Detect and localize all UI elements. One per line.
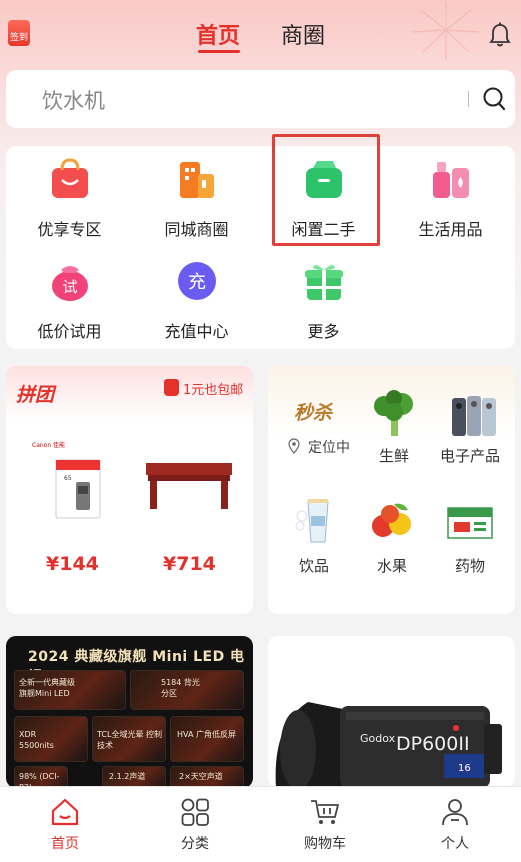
product-price: ¥714 — [163, 553, 216, 575]
search-icon[interactable] — [482, 86, 506, 112]
category-label: 同城商圈 — [164, 220, 229, 239]
tv-feature-tile: XDR 5500nits — [14, 716, 88, 762]
top-header: 签到 首页 商圈 — [0, 0, 521, 68]
tv-feature-tile: HVA 广角低反屏 — [170, 716, 244, 762]
tv-feature-tile: 2×天空声道 — [170, 766, 244, 788]
category-trial[interactable]: 试 低价试用 — [6, 260, 133, 360]
bottom-tab-bar: 首页 分类 购物车 个人 — [0, 786, 521, 862]
nav-label: 购物车 — [304, 836, 346, 852]
studio-light-image: Godox DP600II 16 — [275, 702, 502, 788]
highlight-box — [272, 134, 380, 246]
search-bar[interactable]: 饮水机 — [6, 70, 515, 128]
nav-label: 分类 — [181, 836, 209, 852]
tv-feature-text: 5184 背光分区 — [161, 678, 200, 698]
nav-label: 首页 — [51, 836, 79, 852]
tv-feature-text: XDR 5500nits — [19, 730, 54, 750]
nav-profile[interactable]: 个人 — [390, 787, 520, 862]
product-image-table[interactable] — [144, 461, 234, 511]
gift-more-icon — [305, 265, 343, 300]
svg-text:充: 充 — [188, 272, 206, 293]
tv-feature-text: HVA 广角低反屏 — [177, 730, 236, 739]
tv-feature-tile: 全新一代典藏级 旗舰Mini LED — [14, 670, 126, 710]
product-price: ¥144 — [46, 553, 99, 575]
category-recharge[interactable]: 充 充值中心 — [133, 260, 260, 360]
ink-brand-text: Canon 佳能 — [32, 441, 65, 449]
light-brand: Godox — [360, 732, 396, 745]
category-label: 低价试用 — [37, 322, 102, 341]
category-grid-icon — [181, 798, 209, 826]
flash-sale-card[interactable]: 秒杀 定位中 生鲜 电子产品 饮品 水果 药物 — [268, 366, 515, 614]
flash-sale-item-label: 水果 — [376, 557, 407, 575]
broccoli-icon[interactable] — [372, 390, 416, 438]
search-input[interactable]: 饮水机 — [42, 85, 105, 115]
category-label: 生活用品 — [418, 220, 483, 239]
buildings-icon — [180, 162, 214, 198]
category-label: 优享专区 — [37, 220, 102, 239]
category-daily-goods[interactable]: 生活用品 — [387, 158, 514, 258]
flash-sale-item-label: 饮品 — [298, 557, 329, 575]
tv-feature-tile: 5184 背光分区 — [130, 670, 244, 710]
category-label: 充值中心 — [164, 322, 229, 341]
group-buy-card[interactable]: 拼团 1元也包邮 Canon 佳能 65 ¥144 ¥714 — [6, 366, 253, 614]
group-buy-promo: 1元也包邮 — [183, 383, 244, 398]
tv-feature-tile: TCL全域光晕 控制技术 — [92, 716, 166, 762]
category-grid: 优享专区 同城商圈 闲置二手 生活用品 试 低价试用 充 充值中心 更多 — [6, 146, 515, 349]
category-more[interactable]: 更多 — [260, 260, 387, 360]
svg-text:试: 试 — [62, 278, 77, 296]
tab-home[interactable]: 首页 — [196, 18, 240, 50]
studio-light-banner[interactable]: Godox DP600II 16 — [268, 636, 515, 788]
recharge-icon: 充 — [178, 262, 216, 300]
light-model: DP600II — [396, 733, 470, 755]
shopping-bag-icon — [164, 379, 179, 396]
tab-active-indicator — [198, 50, 240, 53]
checkin-button[interactable]: 签到 — [8, 20, 30, 46]
tv-feature-text: TCL全域光晕 控制技术 — [97, 730, 163, 750]
product-image-ink-cartridge[interactable]: Canon 佳能 65 — [28, 436, 108, 526]
drink-icon[interactable] — [294, 496, 334, 546]
tv-feature-text: 全新一代典藏级 旗舰Mini LED — [19, 678, 75, 698]
flash-sale-item-label: 药物 — [454, 557, 485, 575]
tab-business-circle[interactable]: 商圈 — [281, 18, 325, 50]
tv-banner[interactable]: 2024 典藏级旗舰 Mini LED 电视 全新一代典藏级 旗舰Mini LE… — [6, 636, 253, 788]
cart-icon — [311, 800, 339, 824]
location-icon — [288, 438, 300, 454]
tv-feature-text: 2.1.2声道 — [109, 772, 146, 781]
nav-home[interactable]: 首页 — [0, 787, 130, 862]
home-icon — [51, 798, 79, 826]
trial-bag-icon: 试 — [52, 266, 88, 301]
ink-box-number: 65 — [64, 475, 72, 482]
tv-feature-tile: 2.1.2声道 — [102, 766, 166, 788]
flash-sale-item-label: 生鲜 — [378, 447, 409, 465]
checkin-label: 签到 — [9, 33, 28, 43]
light-display-value: 16 — [458, 763, 471, 774]
phones-icon[interactable] — [450, 394, 498, 438]
flash-sale-item-label: 电子产品 — [439, 447, 500, 465]
nav-category[interactable]: 分类 — [130, 787, 260, 862]
profile-icon — [442, 799, 468, 826]
nav-label: 个人 — [441, 836, 469, 852]
medicine-box-icon[interactable] — [446, 504, 494, 540]
group-buy-title: 拼团 — [16, 384, 55, 406]
search-divider — [468, 91, 469, 107]
tv-feature-tile: 98% (DCI-P3) — [14, 766, 68, 788]
flash-sale-title: 秒杀 — [294, 402, 333, 424]
shopping-bag-icon — [52, 158, 88, 198]
tv-feature-text: 2×天空声道 — [179, 772, 223, 781]
category-tongcheng[interactable]: 同城商圈 — [133, 158, 260, 258]
category-label: 更多 — [307, 322, 340, 341]
bell-icon[interactable] — [488, 22, 512, 48]
daily-goods-icon — [433, 162, 469, 198]
location-status: 定位中 — [308, 440, 350, 456]
fruit-icon[interactable] — [368, 500, 416, 544]
nav-cart[interactable]: 购物车 — [260, 787, 390, 862]
category-youxiang[interactable]: 优享专区 — [6, 158, 133, 258]
